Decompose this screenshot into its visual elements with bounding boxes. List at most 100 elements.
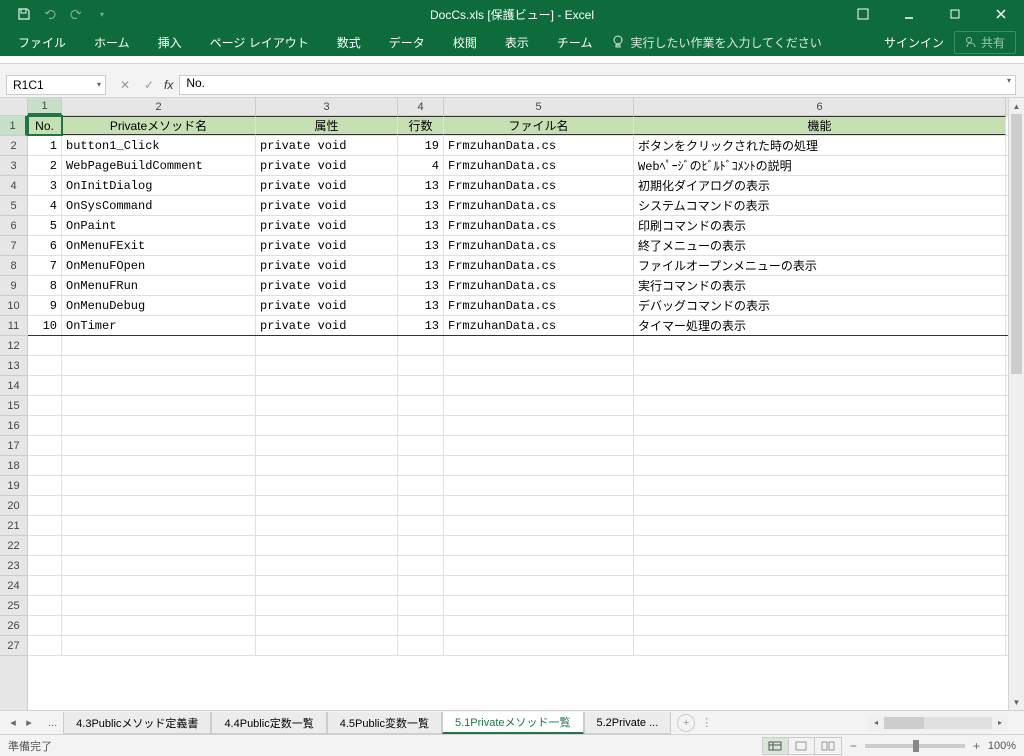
cell[interactable]: OnPaint — [62, 216, 256, 235]
cell[interactable] — [62, 596, 256, 615]
cell[interactable] — [634, 576, 1006, 595]
cell[interactable]: 7 — [28, 256, 62, 275]
cell[interactable] — [62, 376, 256, 395]
zoom-slider[interactable] — [865, 744, 965, 748]
sheet-tab[interactable]: 5.2Private ... — [584, 712, 672, 734]
cell[interactable] — [634, 436, 1006, 455]
cell[interactable]: デバッグコマンドの表示 — [634, 296, 1006, 315]
row-header[interactable]: 21 — [0, 516, 27, 536]
tab-nav-first-icon[interactable]: ◂ — [6, 716, 20, 729]
cell[interactable]: 5 — [28, 216, 62, 235]
cell[interactable]: OnMenuFExit — [62, 236, 256, 255]
normal-view-button[interactable] — [763, 738, 789, 754]
row-header[interactable]: 26 — [0, 616, 27, 636]
row-header[interactable]: 2 — [0, 136, 27, 156]
cell[interactable] — [444, 576, 634, 595]
formula-input[interactable]: No. ▾ — [179, 75, 1016, 95]
cell[interactable] — [28, 596, 62, 615]
tab-nav-next-icon[interactable]: ▸ — [22, 716, 36, 729]
cell[interactable]: FrmzuhanData.cs — [444, 196, 634, 215]
cell[interactable] — [634, 416, 1006, 435]
header-cell[interactable]: Privateメソッド名 — [62, 116, 256, 135]
cell[interactable] — [256, 616, 398, 635]
cell[interactable] — [62, 416, 256, 435]
row-header[interactable]: 3 — [0, 156, 27, 176]
row-header[interactable]: 10 — [0, 296, 27, 316]
cell[interactable]: 13 — [398, 216, 444, 235]
cell[interactable] — [28, 456, 62, 475]
cell[interactable] — [28, 436, 62, 455]
close-button[interactable] — [978, 0, 1024, 28]
cell[interactable] — [256, 516, 398, 535]
cell[interactable] — [398, 436, 444, 455]
cell[interactable] — [398, 456, 444, 475]
cell[interactable] — [62, 436, 256, 455]
cell[interactable] — [444, 476, 634, 495]
cell[interactable] — [256, 636, 398, 655]
cell[interactable]: 13 — [398, 316, 444, 335]
cell[interactable]: private void — [256, 176, 398, 195]
row-header[interactable]: 19 — [0, 476, 27, 496]
cell[interactable]: システムコマンドの表示 — [634, 196, 1006, 215]
ribbon-tab[interactable]: データ — [375, 28, 439, 56]
vertical-scrollbar[interactable]: ▲ ▼ — [1008, 98, 1024, 710]
cell[interactable] — [444, 436, 634, 455]
header-cell[interactable]: 機能 — [634, 116, 1006, 135]
cell[interactable] — [28, 396, 62, 415]
cell[interactable]: FrmzuhanData.cs — [444, 276, 634, 295]
row-header[interactable]: 5 — [0, 196, 27, 216]
cell[interactable]: 4 — [398, 156, 444, 175]
cell[interactable] — [256, 536, 398, 555]
cell[interactable]: ファイルオープンメニューの表示 — [634, 256, 1006, 275]
enter-formula-button[interactable]: ✓ — [140, 78, 158, 92]
cell[interactable] — [28, 336, 62, 355]
ribbon-tab[interactable]: 挿入 — [144, 28, 196, 56]
cell[interactable] — [634, 636, 1006, 655]
cell[interactable]: 13 — [398, 196, 444, 215]
cell[interactable] — [634, 616, 1006, 635]
cell[interactable] — [634, 516, 1006, 535]
cell[interactable] — [444, 456, 634, 475]
scroll-left-icon[interactable]: ◂ — [868, 718, 884, 727]
cell[interactable] — [634, 596, 1006, 615]
cell[interactable] — [444, 416, 634, 435]
cell[interactable]: 13 — [398, 256, 444, 275]
row-header[interactable]: 11 — [0, 316, 27, 336]
cell[interactable] — [398, 616, 444, 635]
cell[interactable]: private void — [256, 296, 398, 315]
row-header[interactable]: 1 — [0, 116, 27, 136]
qat-customize-icon[interactable]: ▾ — [92, 4, 112, 24]
cell[interactable] — [256, 496, 398, 515]
scrollbar-thumb[interactable] — [1011, 114, 1022, 374]
cell[interactable] — [634, 496, 1006, 515]
cell[interactable] — [256, 436, 398, 455]
column-header[interactable]: 6 — [634, 98, 1006, 115]
row-header[interactable]: 18 — [0, 456, 27, 476]
cell[interactable]: 実行コマンドの表示 — [634, 276, 1006, 295]
cell[interactable]: 6 — [28, 236, 62, 255]
cell[interactable]: 13 — [398, 296, 444, 315]
cell[interactable]: 印刷コマンドの表示 — [634, 216, 1006, 235]
cell[interactable]: FrmzuhanData.cs — [444, 216, 634, 235]
cell[interactable] — [62, 556, 256, 575]
cell[interactable]: WebPageBuildComment — [62, 156, 256, 175]
row-header[interactable]: 16 — [0, 416, 27, 436]
hscroll-thumb[interactable] — [884, 717, 924, 729]
fx-icon[interactable]: fx — [162, 78, 179, 92]
row-header[interactable]: 13 — [0, 356, 27, 376]
row-header[interactable]: 25 — [0, 596, 27, 616]
ribbon-tab[interactable]: 表示 — [491, 28, 543, 56]
save-button[interactable] — [14, 4, 34, 24]
cell[interactable] — [62, 356, 256, 375]
cell[interactable] — [28, 536, 62, 555]
cell[interactable] — [634, 536, 1006, 555]
cell[interactable]: 13 — [398, 236, 444, 255]
horizontal-scrollbar[interactable]: ◂ ▸ — [868, 715, 1008, 731]
tab-overflow-left[interactable]: ... — [42, 717, 63, 729]
cell[interactable] — [398, 476, 444, 495]
cell[interactable] — [398, 636, 444, 655]
cell[interactable]: private void — [256, 196, 398, 215]
cell[interactable] — [28, 356, 62, 375]
sheet-tab[interactable]: 4.5Public変数一覧 — [327, 712, 442, 734]
cell[interactable]: FrmzuhanData.cs — [444, 256, 634, 275]
